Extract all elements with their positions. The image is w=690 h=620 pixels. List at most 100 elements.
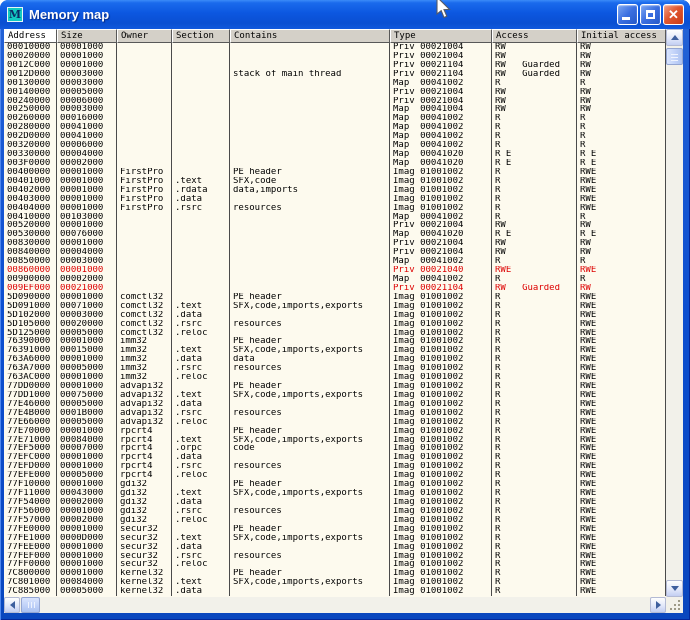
table-row[interactable]: 0040100000001000FirstPro.textSFX,codeIma… (4, 177, 666, 186)
scroll-up-button[interactable] (666, 29, 683, 46)
table-row[interactable]: 0001000000001000Priv 00021004RWRW (4, 43, 666, 52)
table-row[interactable]: 0084000000004000Priv 00021004RWRW (4, 248, 666, 257)
cell-size: 00005000 (57, 587, 117, 596)
table-row[interactable]: 77E6600000005000advapi32.relocImag 01001… (4, 418, 666, 427)
column-header-address[interactable]: Address (4, 29, 57, 43)
vertical-scrollbar[interactable] (666, 29, 683, 597)
column-header-access[interactable]: Access (492, 29, 577, 43)
column-header-section[interactable]: Section (172, 29, 230, 43)
table-row[interactable]: 763A700000005000imm32.rsrcresourcesImag … (4, 364, 666, 373)
table-row[interactable]: 763A600000001000imm32.datadataImag 01001… (4, 355, 666, 364)
table-row[interactable]: 77FF000000001000secur32.relocImag 010010… (4, 560, 666, 569)
table-row[interactable]: 0085000000003000Map 00041002RR (4, 257, 666, 266)
resize-grip-icon[interactable] (678, 608, 680, 610)
table-row[interactable]: 003F000000002000Map 00041020R ER E (4, 159, 666, 168)
table-row[interactable]: 7C80100000084000kernel32.textSFX,code,im… (4, 578, 666, 587)
table-row[interactable]: 77EF500000007000rpcrt4.orpccodeImag 0100… (4, 444, 666, 453)
table-row[interactable]: 0025000000003000Map 00041004RWRW (4, 105, 666, 114)
table-row[interactable]: 77E4B0000001B000advapi32.rsrcresourcesIm… (4, 409, 666, 418)
vertical-scroll-thumb[interactable] (666, 48, 683, 65)
table-row[interactable]: 0024000000006000Priv 00021004RWRW (4, 97, 666, 106)
maximize-button[interactable] (640, 4, 661, 25)
close-button[interactable]: ✕ (663, 4, 684, 25)
table-row[interactable]: 5D09000000001000comctl32PE headerImag 01… (4, 293, 666, 302)
cell-address: 77EFC000 (4, 453, 57, 462)
scroll-left-button[interactable] (4, 597, 20, 613)
cell-initial: RWE (577, 186, 666, 195)
table-row[interactable]: 0040000000001000FirstProPE headerImag 01… (4, 168, 666, 177)
table-row[interactable]: 77EFE00000005000rpcrt4.relocImag 0100100… (4, 471, 666, 480)
table-row[interactable]: 7639100000015000imm32.textSFX,code,impor… (4, 346, 666, 355)
column-header-owner[interactable]: Owner (117, 29, 172, 43)
memory-map-table[interactable]: 0001000000001000Priv 00021004RWRW0002000… (4, 43, 666, 597)
table-row[interactable]: 0013000000003000Map 00041002RR (4, 79, 666, 88)
table-row[interactable]: 0012C00000001000Priv 00021104RW GuardedR… (4, 61, 666, 70)
title-bar[interactable]: M Memory map ✕ (0, 0, 690, 29)
cell-initial: RWE (577, 498, 666, 507)
table-row[interactable]: 0028000000041000Map 00041002RR (4, 123, 666, 132)
cell-contains: PE header (230, 480, 390, 489)
cell-initial: RWE (577, 337, 666, 346)
table-row[interactable]: 7C88500000005000kernel32.dataImag 010010… (4, 587, 666, 596)
cell-contains (230, 516, 390, 525)
table-row[interactable]: 0053000000076000Map 00041020R ER E (4, 230, 666, 239)
table-row[interactable]: 77FEE00000001000secur32.dataImag 0100100… (4, 543, 666, 552)
table-row[interactable]: 0002000000001000Priv 00021004RWRW (4, 52, 666, 61)
table-row[interactable]: 0033000000004000Map 00041020R ER E (4, 150, 666, 159)
cell-section: .text (172, 578, 230, 587)
table-row[interactable]: 77F1000000001000gdi32PE headerImag 01001… (4, 480, 666, 489)
table-row[interactable]: 77E7000000001000rpcrt4PE headerImag 0100… (4, 427, 666, 436)
table-row[interactable]: 77EFD00000001000rpcrt4.rsrcresourcesImag… (4, 462, 666, 471)
table-row[interactable]: 77E7100000084000rpcrt4.textSFX,code,impo… (4, 436, 666, 445)
table-row[interactable]: 0012D00000003000stack of main threadPriv… (4, 70, 666, 79)
cell-section (172, 230, 230, 239)
table-row[interactable]: 009EF00000021000Priv 00021104RW GuardedR… (4, 284, 666, 293)
cell-initial: R E (577, 230, 666, 239)
horizontal-scroll-thumb[interactable] (21, 597, 40, 613)
table-row[interactable]: 763AC00000001000imm32.relocImag 01001002… (4, 373, 666, 382)
table-row[interactable]: 77EFC00000001000rpcrt4.dataImag 01001002… (4, 453, 666, 462)
cell-owner (117, 114, 172, 123)
table-row[interactable]: 5D09100000071000comctl32.textSFX,code,im… (4, 302, 666, 311)
cell-size: 00001000 (57, 177, 117, 186)
scroll-down-button[interactable] (666, 580, 683, 597)
table-row[interactable]: 0090000000002000Map 00041002RR (4, 275, 666, 284)
table-row[interactable]: 0040400000001000FirstPro.rsrcresourcesIm… (4, 204, 666, 213)
table-row[interactable]: 77FEF00000001000secur32.rsrcresourcesIma… (4, 552, 666, 561)
table-row[interactable]: 5D10200000003000comctl32.dataImag 010010… (4, 311, 666, 320)
table-row[interactable]: 77FE10000000D000secur32.textSFX,code,imp… (4, 534, 666, 543)
cell-type: Map 00041020 (390, 230, 492, 239)
column-header-initial[interactable]: Initial access (577, 29, 666, 43)
horizontal-scrollbar[interactable] (4, 597, 666, 613)
table-row[interactable]: 0032000000006000Map 00041002RR (4, 141, 666, 150)
cell-initial: RW (577, 248, 666, 257)
table-row[interactable]: 5D12500000005000comctl32.relocImag 01001… (4, 329, 666, 338)
table-row[interactable]: 002D000000041000Map 00041002RR (4, 132, 666, 141)
table-row[interactable]: 7C80000000001000kernel32PE headerImag 01… (4, 569, 666, 578)
cell-type: Map 00041002 (390, 141, 492, 150)
minimize-button[interactable] (617, 4, 638, 25)
table-row[interactable]: 0086000000001000Priv 00021040RWERWE (4, 266, 666, 275)
table-row[interactable]: 77FE000000001000secur32PE headerImag 010… (4, 525, 666, 534)
column-header-type[interactable]: Type (390, 29, 492, 43)
table-row[interactable]: 77DD000000001000advapi32PE headerImag 01… (4, 382, 666, 391)
table-row[interactable]: 0026000000016000Map 00041002RR (4, 114, 666, 123)
column-header-size[interactable]: Size (57, 29, 117, 43)
cell-contains: SFX,code (230, 177, 390, 186)
table-row[interactable]: 77F5400000002000gdi32.dataImag 01001002R… (4, 498, 666, 507)
table-row[interactable]: 0040300000001000FirstPro.dataImag 010010… (4, 195, 666, 204)
table-row[interactable]: 0052000000001000Priv 00021004RWRW (4, 221, 666, 230)
table-row[interactable]: 77F5700000002000gdi32.relocImag 01001002… (4, 516, 666, 525)
table-row[interactable]: 0083000000001000Priv 00021004RWRW (4, 239, 666, 248)
table-row[interactable]: 77F5600000001000gdi32.rsrcresourcesImag … (4, 507, 666, 516)
table-row[interactable]: 0014000000005000Priv 00021004RWRW (4, 88, 666, 97)
table-row[interactable]: 77F1100000043000gdi32.textSFX,code,impor… (4, 489, 666, 498)
column-header-contains[interactable]: Contains (230, 29, 390, 43)
table-row[interactable]: 0041000000103000Map 00041002RR (4, 213, 666, 222)
table-row[interactable]: 77DD100000075000advapi32.textSFX,code,im… (4, 391, 666, 400)
table-row[interactable]: 5D10500000020000comctl32.rsrcresourcesIm… (4, 320, 666, 329)
table-row[interactable]: 77E4600000005000advapi32.dataImag 010010… (4, 400, 666, 409)
scroll-right-button[interactable] (650, 597, 666, 613)
table-row[interactable]: 7639000000001000imm32PE headerImag 01001… (4, 337, 666, 346)
table-row[interactable]: 0040200000001000FirstPro.rdatadata,impor… (4, 186, 666, 195)
